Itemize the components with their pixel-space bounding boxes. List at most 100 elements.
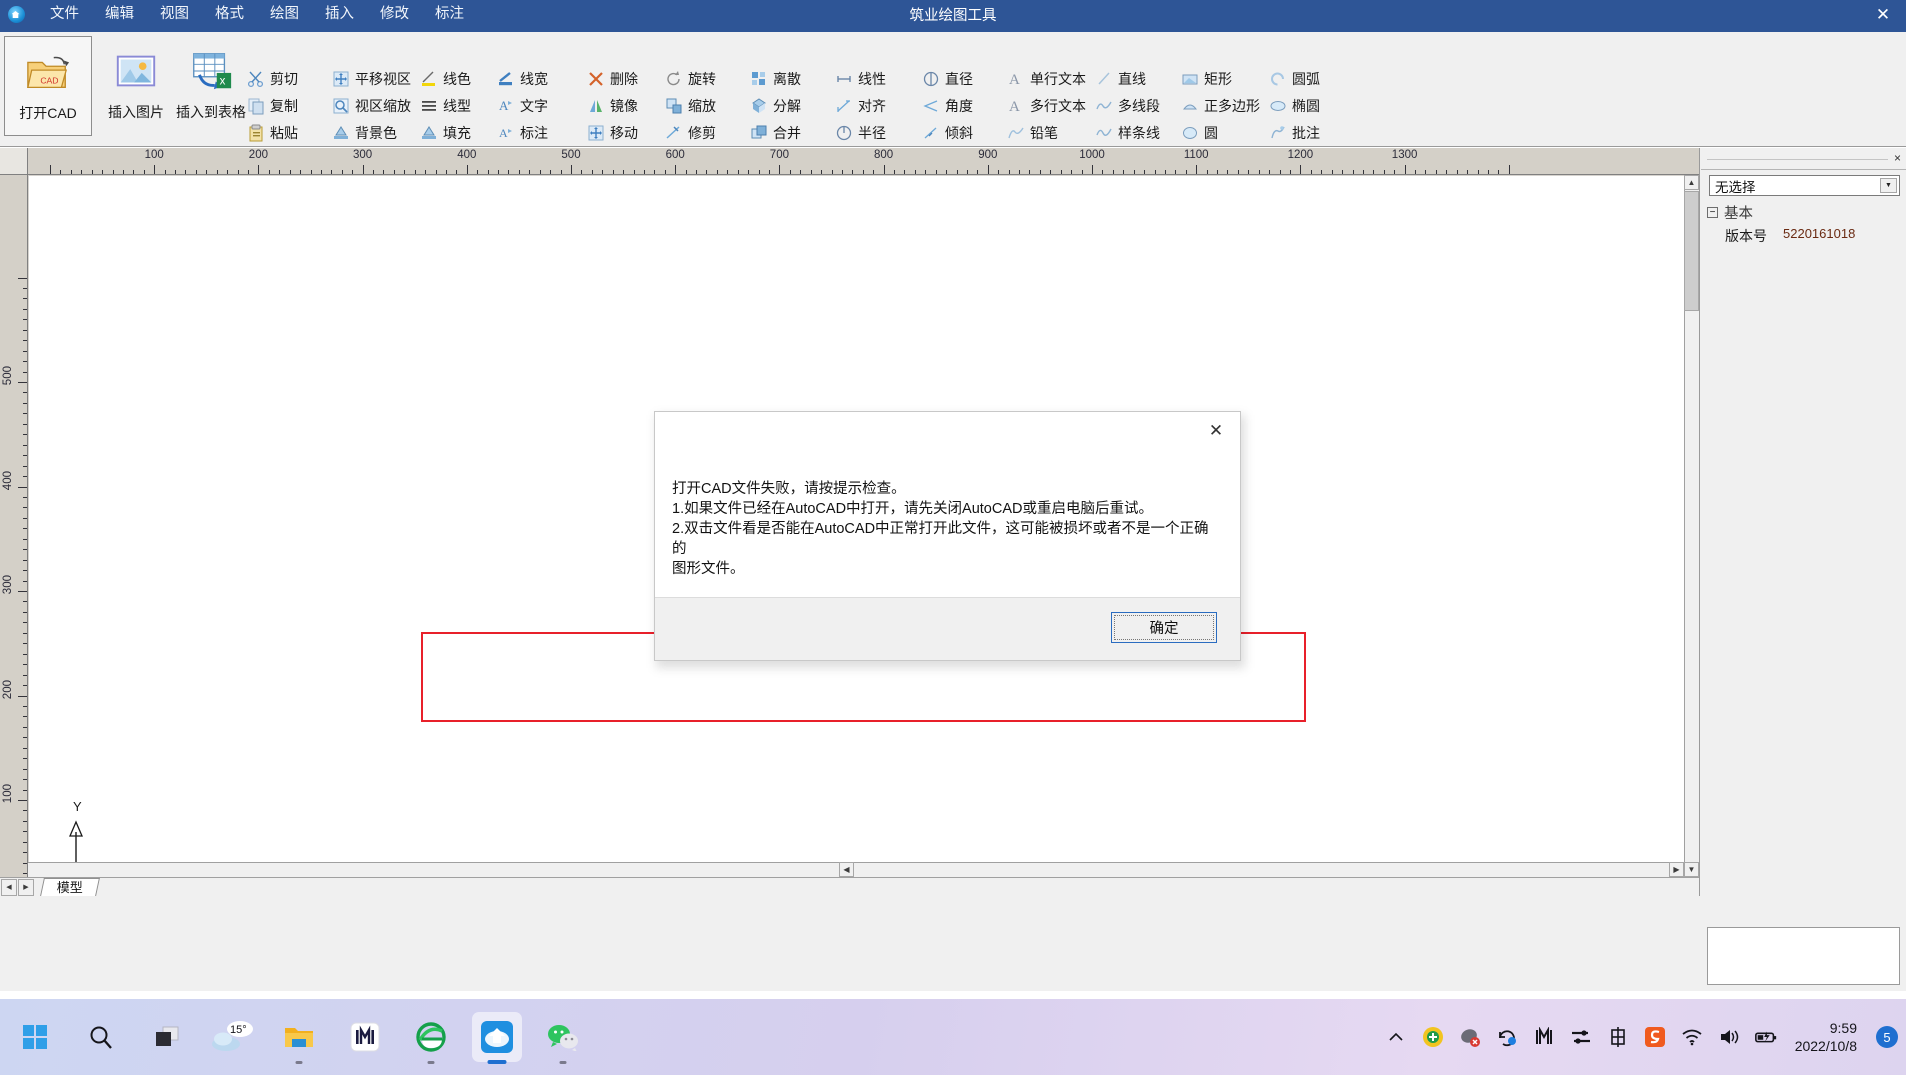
ribbon-button-修剪[interactable]: 修剪 — [663, 119, 735, 146]
battery-icon[interactable] — [1754, 1025, 1778, 1049]
window-close-button[interactable]: ✕ — [1860, 0, 1906, 29]
scroll-down-arrow[interactable]: ▼ — [1684, 862, 1699, 877]
ruler-tick — [23, 287, 27, 289]
ribbon-button-平移视区[interactable]: 平移视区 — [330, 65, 425, 92]
ribbon-button-填充[interactable]: 填充 — [418, 119, 496, 146]
ribbon-button-镜像[interactable]: 镜像 — [585, 92, 657, 119]
property-value: 5220161018 — [1783, 226, 1856, 241]
ribbon-button-合并[interactable]: 合并 — [748, 119, 820, 146]
ime-chinese-icon[interactable] — [1606, 1025, 1630, 1049]
ribbon-button-背景色[interactable]: 背景色 — [330, 119, 425, 146]
ribbon-button-缩放[interactable]: 缩放 — [663, 92, 735, 119]
taskbar-clock[interactable]: 9:59 2022/10/8 — [1795, 1019, 1857, 1055]
ribbon-button-正多边形[interactable]: 正多边形 — [1179, 92, 1267, 119]
model-tab[interactable]: 模型 — [40, 878, 100, 896]
zhuye-cad-app-icon[interactable] — [472, 1012, 522, 1064]
ribbon-button-倾斜[interactable]: 倾斜 — [920, 119, 992, 146]
canvas-vertical-scrollbar[interactable]: ▲ ▼ — [1684, 175, 1699, 877]
menu-item-7[interactable]: 标注 — [422, 0, 477, 29]
dialog-close-button[interactable]: ✕ — [1196, 416, 1236, 446]
ribbon-button-单行文本[interactable]: A 单行文本 — [1005, 65, 1100, 92]
ribbon-button-铅笔[interactable]: 铅笔 — [1005, 119, 1100, 146]
notification-badge[interactable]: 5 — [1876, 1026, 1898, 1048]
ribbon-button-线型[interactable]: 线型 — [418, 92, 496, 119]
ribbon-button-分解[interactable]: 分解 — [748, 92, 820, 119]
ribbon-button-半径[interactable]: 半径 — [833, 119, 905, 146]
canvas-horizontal-scrollbar[interactable]: ◀ ▶ — [28, 862, 1684, 877]
ribbon-button-label: 直径 — [945, 70, 973, 87]
sogou-input-icon[interactable] — [1643, 1025, 1667, 1049]
property-group-basic[interactable]: − 基本 — [1701, 202, 1906, 223]
menu-item-1[interactable]: 编辑 — [92, 0, 147, 29]
menu-item-0[interactable]: 文件 — [37, 0, 92, 29]
ribbon-button-线色[interactable]: 线色 — [418, 65, 496, 92]
ribbon-button-旋转[interactable]: 旋转 — [663, 65, 735, 92]
tab-next-button[interactable]: ▶ — [18, 878, 34, 896]
ruler-tick — [466, 165, 468, 174]
ribbon-button-标注[interactable]: A 标注 — [495, 119, 573, 146]
mouse-disabled-icon[interactable] — [1458, 1025, 1482, 1049]
chevron-up-icon[interactable] — [1384, 1025, 1408, 1049]
chevron-down-icon[interactable]: ▼ — [1880, 178, 1897, 193]
sync-icon[interactable] — [1495, 1025, 1519, 1049]
ruler-tick — [404, 170, 406, 174]
vertical-scroll-thumb[interactable] — [1684, 191, 1699, 311]
ruler-tick — [1217, 170, 1219, 174]
ribbon-button-矩形[interactable]: 矩形 — [1179, 65, 1267, 92]
task-view-icon[interactable] — [142, 1012, 192, 1062]
ruler-tick — [831, 170, 833, 174]
ribbon-button-粘贴[interactable]: 粘贴 — [245, 119, 333, 146]
menu-item-4[interactable]: 绘图 — [257, 0, 312, 29]
settings-sliders-icon[interactable] — [1569, 1025, 1593, 1049]
properties-panel-close-button[interactable]: × — [1894, 151, 1901, 165]
selection-dropdown[interactable]: 无选择 ▼ — [1709, 175, 1900, 196]
dialog-ok-button[interactable]: 确定 — [1111, 612, 1217, 643]
internet-explorer-icon[interactable] — [406, 1012, 456, 1064]
property-row[interactable]: 版本号 5220161018 — [1701, 226, 1906, 246]
ribbon-button-椭圆[interactable]: 椭圆 — [1267, 92, 1349, 119]
volume-icon[interactable] — [1717, 1025, 1741, 1049]
menu-item-5[interactable]: 插入 — [312, 0, 367, 29]
ribbon-button-角度[interactable]: 角度 — [920, 92, 992, 119]
ribbon-button-线性[interactable]: 线性 — [833, 65, 905, 92]
ruler-tick — [477, 170, 479, 174]
ribbon-button-删除[interactable]: 删除 — [585, 65, 657, 92]
wifi-icon[interactable] — [1680, 1025, 1704, 1049]
ribbon-button-移动[interactable]: 移动 — [585, 119, 657, 146]
ruler-label: 300 — [2, 575, 14, 595]
ribbon-button-视区缩放[interactable]: 视区缩放 — [330, 92, 425, 119]
ribbon-button-对齐[interactable]: 对齐 — [833, 92, 905, 119]
wps-office-icon[interactable] — [340, 1012, 390, 1062]
ribbon-button-离散[interactable]: 离散 — [748, 65, 820, 92]
wechat-icon[interactable] — [538, 1012, 588, 1064]
ribbon-button-剪切[interactable]: 剪切 — [245, 65, 333, 92]
menu-item-6[interactable]: 修改 — [367, 0, 422, 29]
scroll-right-arrow[interactable]: ▶ — [1669, 862, 1684, 877]
ribbon-button-圆弧[interactable]: 圆弧 — [1267, 65, 1349, 92]
tab-prev-button[interactable]: ◀ — [1, 878, 17, 896]
ribbon-button-批注[interactable]: 批注 — [1267, 119, 1349, 146]
menu-item-3[interactable]: 格式 — [202, 0, 257, 29]
menu-item-2[interactable]: 视图 — [147, 0, 202, 29]
start-windows-icon[interactable] — [10, 1012, 60, 1062]
360-security-icon[interactable] — [1421, 1025, 1445, 1049]
wps-tray-icon[interactable] — [1532, 1025, 1556, 1049]
ribbon-button-直径[interactable]: 直径 — [920, 65, 992, 92]
ribbon-button-文字[interactable]: A 文字 — [495, 92, 573, 119]
collapse-expander-icon[interactable]: − — [1707, 207, 1718, 218]
ruler-tick — [23, 820, 27, 822]
ribbon-button-圆[interactable]: 圆 — [1179, 119, 1267, 146]
ribbon-button-多行文本[interactable]: A 多行文本 — [1005, 92, 1100, 119]
ribbon-button-线宽[interactable]: 线宽 — [495, 65, 573, 92]
weather-widget-icon[interactable]: 15° — [208, 1012, 258, 1062]
ribbon-column-1: 平移视区 视区缩放 背景色 — [330, 65, 425, 146]
file-explorer-icon[interactable] — [274, 1012, 324, 1064]
ribbon-button-复制[interactable]: 复制 — [245, 92, 333, 119]
search-icon[interactable] — [76, 1012, 126, 1062]
ribbon-button-直线[interactable]: 直线 — [1093, 65, 1175, 92]
scroll-up-arrow[interactable]: ▲ — [1684, 175, 1699, 190]
scroll-left-arrow[interactable]: ◀ — [839, 862, 854, 877]
ribbon-button-多线段[interactable]: 多线段 — [1093, 92, 1175, 119]
ribbon-button-样条线[interactable]: 样条线 — [1093, 119, 1175, 146]
open-cad-button[interactable]: CAD 打开CAD — [4, 36, 92, 136]
